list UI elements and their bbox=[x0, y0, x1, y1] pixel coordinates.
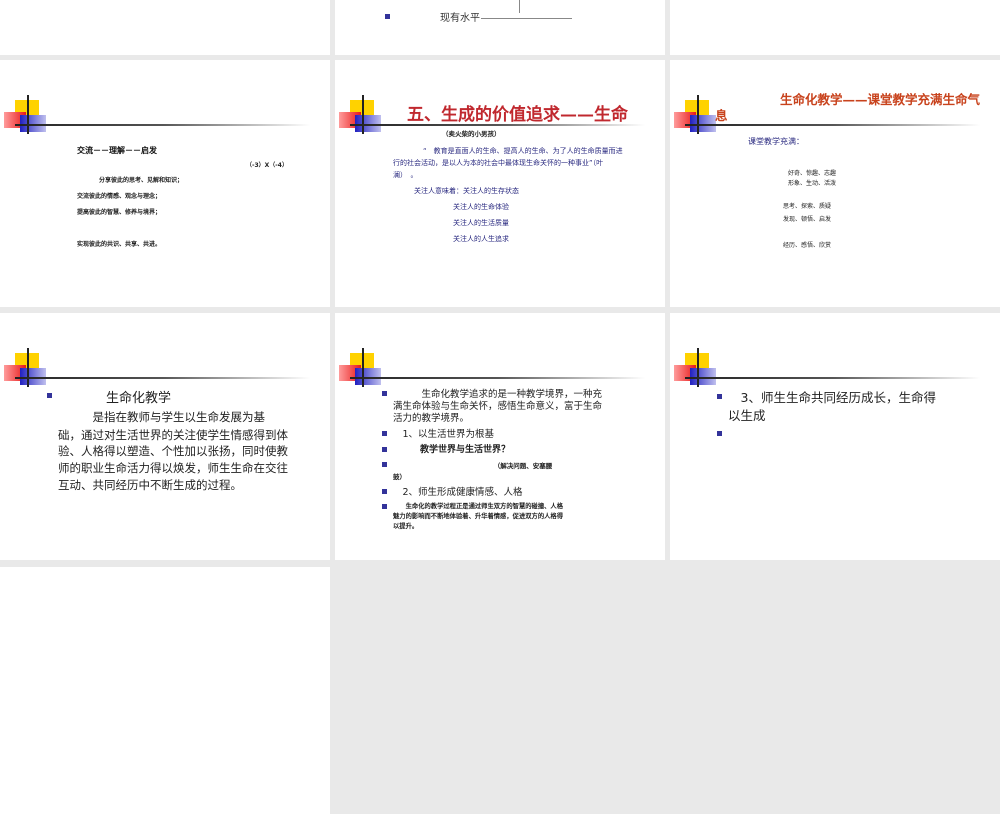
bullet-icon bbox=[382, 431, 387, 436]
bullet-text: 现有水平 bbox=[440, 13, 480, 24]
bullet-text: （解决问题、安塞腰 bbox=[393, 462, 553, 470]
bullet-text: 3、师生生命共同经历成长，生命得 bbox=[728, 390, 936, 405]
bullet-text: 1、以生活世界为根基 bbox=[393, 429, 495, 440]
slide-thumbnail[interactable]: 现有水平 bbox=[335, 0, 665, 55]
list-item: 发现、顿悟、启发 bbox=[783, 216, 832, 223]
bullet-text: 活力的教学境界。 bbox=[393, 413, 470, 424]
paragraph-line: 师的职业生命活力得以焕发，师生生命在交往 bbox=[58, 461, 288, 475]
paragraph-line: 是指在教师与学生以生命发展为基 bbox=[58, 410, 265, 424]
list-item: 经历、感悟、欣赏 bbox=[783, 242, 832, 249]
list-item: 思考、探索、质疑 bbox=[783, 203, 832, 210]
slide-title: 交流－－理解－－启发 bbox=[77, 146, 157, 155]
slide-classroom[interactable]: 生命化教学——课堂教学充满生命气 息 课堂教学充满： 好奇、惊趣、志趣 形象、生… bbox=[670, 60, 1000, 307]
bullet-text: 鼓） bbox=[393, 473, 406, 481]
focus-line: 关注人的人生追求 bbox=[453, 235, 509, 243]
slide-decoration bbox=[670, 313, 1000, 393]
paragraph-line: 互动、共同经历中不断生成的过程。 bbox=[58, 478, 242, 492]
paragraph-line: 验、人格得以塑造、个性加以张扬，同时使教 bbox=[58, 444, 288, 458]
bullet-text: 以提升。 bbox=[393, 523, 419, 530]
bullet-text: 生命化的教学过程正是通过师生双方的智慧的碰撞、人格 bbox=[393, 503, 564, 510]
bullet-icon bbox=[47, 393, 52, 398]
quote-line: “ 教育是直面人的生命、提高人的生命、为了人的生命质量而进 bbox=[423, 147, 623, 155]
vertical-line bbox=[519, 0, 520, 13]
bullet-text: 魅力的影响而不断地体验着、升华着情感，促进双方的人格得 bbox=[393, 513, 564, 520]
slide-decoration bbox=[0, 60, 330, 140]
bullet-icon bbox=[382, 447, 387, 452]
formula: （-3）X（-4） bbox=[246, 162, 288, 169]
bullet-icon bbox=[382, 462, 387, 467]
quote-line: 澜） 。 bbox=[393, 171, 418, 179]
focus-line: 关注人的生活质量 bbox=[453, 219, 509, 227]
slide-value[interactable]: 五、生成的价值追求——生命 （卖火柴的小男孩） “ 教育是直面人的生命、提高人的… bbox=[335, 60, 665, 307]
blank-line bbox=[481, 18, 572, 19]
text-line: 提高彼此的智慧、修养与境界； bbox=[77, 209, 162, 216]
bullet-icon bbox=[717, 394, 722, 399]
lead-text: 课堂教学充满： bbox=[748, 137, 804, 146]
slide-thumbnail[interactable] bbox=[0, 567, 330, 814]
slide-thumbnail[interactable] bbox=[0, 0, 330, 55]
focus-line: 关注人的生命体验 bbox=[453, 203, 509, 211]
bullet-icon bbox=[717, 431, 722, 436]
slide-realm[interactable]: 生命化教学追求的是一种教学境界，一种充 满生命体验与生命关怀，感悟生命意义，富于… bbox=[335, 313, 665, 560]
list-item: 形象、生动、活泼 bbox=[788, 180, 837, 187]
list-item: 好奇、惊趣、志趣 bbox=[788, 170, 837, 177]
slide-decoration bbox=[335, 313, 665, 393]
slide-title: 生命化教学——课堂教学充满生命气 bbox=[780, 92, 981, 107]
bullet-icon bbox=[382, 391, 387, 396]
bullet-icon bbox=[382, 504, 387, 509]
focus-line: 关注人意味着：关注人的生存状态 bbox=[414, 187, 519, 195]
bullet-text: 教学世界与生活世界？ bbox=[393, 445, 511, 455]
bullet-text: 2、师生形成健康情感、人格 bbox=[393, 487, 523, 498]
bullet-icon bbox=[382, 489, 387, 494]
text-line: 交流彼此的情感、观念与理念； bbox=[77, 193, 162, 200]
slide-subtitle: （卖火柴的小男孩） bbox=[442, 130, 501, 138]
slide-growth[interactable]: 3、师生生命共同经历成长，生命得 以生成 bbox=[670, 313, 1000, 560]
text-line: 分享彼此的思考、见解和知识； bbox=[99, 177, 184, 184]
slide-title-continued: 息 bbox=[715, 108, 728, 123]
quote-line: 行的社会活动，是以人为本的社会中最体现生命关怀的一种事业”（叶 bbox=[393, 159, 604, 167]
slide-decoration bbox=[0, 313, 330, 393]
slide-definition[interactable]: 生命化教学 是指在教师与学生以生命发展为基 础，通过对生活世界的关注使学生情感得… bbox=[0, 313, 330, 560]
bullet-icon bbox=[385, 14, 390, 19]
slide-exchange[interactable]: 交流－－理解－－启发 （-3）X（-4） 分享彼此的思考、见解和知识； 交流彼此… bbox=[0, 60, 330, 307]
slide-thumbnail[interactable] bbox=[670, 0, 1000, 55]
heading: 生命化教学 bbox=[106, 391, 172, 406]
bullet-text: 以生成 bbox=[728, 408, 766, 423]
text-line: 实现彼此的共识、共享、共进。 bbox=[77, 241, 162, 248]
slide-title: 五、生成的价值追求——生命 bbox=[407, 105, 628, 125]
